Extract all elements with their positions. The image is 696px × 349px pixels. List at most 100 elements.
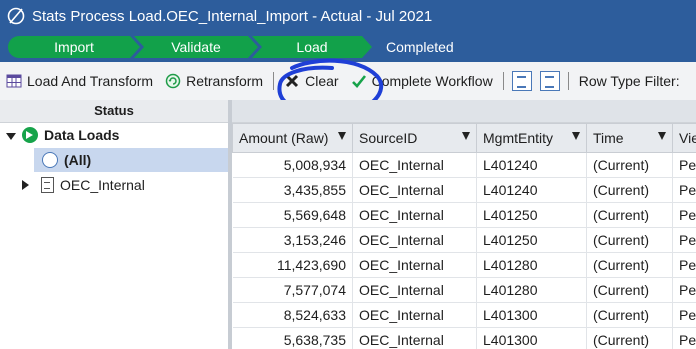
status-header: Status [0,100,228,123]
circle-icon [42,152,58,168]
filter-icon[interactable] [572,132,580,140]
column-header-sourceid[interactable]: SourceID [352,123,477,153]
cell-amount: 7,577,074 [232,277,353,303]
load-and-transform-label: Load And Transform [27,73,154,89]
expand-triangle-icon[interactable] [6,132,16,140]
toolbar-separator [273,72,275,90]
cell-sourceid: OEC_Internal [352,277,477,303]
cell-view: Perio [672,327,696,349]
cell-mgmtentity: L401280 [476,277,587,303]
table-row[interactable]: 5,569,648OEC_InternalL401250(Current)Per… [232,202,696,228]
retransform-button[interactable]: Retransform [159,67,269,95]
workflow-status: Completed [386,39,454,55]
complete-workflow-button[interactable]: Complete Workflow [345,67,499,95]
cell-view: Perio [672,227,696,253]
cell-sourceid: OEC_Internal [352,227,477,253]
toolbar: Load And Transform Retransform Clear Com… [0,62,696,101]
cell-amount: 3,153,246 [232,227,353,253]
cell-time: (Current) [586,202,673,228]
table-row[interactable]: 5,008,934OEC_InternalL401240(Current)Per… [232,152,696,178]
cell-time: (Current) [586,227,673,253]
cell-mgmtentity: L401300 [476,327,587,349]
row-type-filter[interactable]: Row Type Filter: [573,67,686,95]
cell-sourceid: OEC_Internal [352,202,477,228]
cell-mgmtentity: L401250 [476,227,587,253]
cell-sourceid: OEC_Internal [352,252,477,278]
cell-view: Perio [672,177,696,203]
export-icon[interactable] [539,71,560,91]
cell-sourceid: OEC_Internal [352,177,477,203]
cell-amount: 8,524,633 [232,302,353,328]
cell-time: (Current) [586,302,673,328]
cell-time: (Current) [586,152,673,178]
row-type-filter-label: Row Type Filter: [578,73,680,89]
column-header-time[interactable]: Time [586,123,673,153]
cell-view: Perio [672,252,696,278]
step-load[interactable]: Load [252,36,372,58]
cell-time: (Current) [586,277,673,303]
cell-time: (Current) [586,177,673,203]
cell-mgmtentity: L401300 [476,302,587,328]
cell-amount: 3,435,855 [232,177,353,203]
tree-item-data-loads[interactable]: Data Loads [6,123,119,147]
cell-sourceid: OEC_Internal [352,327,477,349]
column-header-mgmtentity[interactable]: MgmtEntity [476,123,587,153]
complete-workflow-label: Complete Workflow [371,73,493,89]
table-row[interactable]: 7,577,074OEC_InternalL401280(Current)Per… [232,277,696,303]
cell-mgmtentity: L401280 [476,252,587,278]
window-header: Stats Process Load.OEC_Internal_Import -… [0,0,696,62]
clear-button[interactable]: Clear [278,67,344,95]
tree-item-label: (All) [64,152,92,168]
filter-icon[interactable] [658,132,666,140]
filter-icon[interactable] [462,132,470,140]
cell-mgmtentity: L401240 [476,152,587,178]
tree-item-oec-internal[interactable]: OEC_Internal [6,173,145,197]
cell-amount: 11,423,690 [232,252,353,278]
window-title-row: Stats Process Load.OEC_Internal_Import -… [6,4,432,28]
column-header-view[interactable]: View [672,123,696,153]
clear-label: Clear [305,73,339,89]
table-header-row: Amount (Raw) SourceID MgmtEntity Time Vi… [232,123,696,153]
cell-sourceid: OEC_Internal [352,302,477,328]
tree-item-all[interactable]: (All) [34,148,228,172]
tree-item-label: Data Loads [44,127,120,143]
cell-amount: 5,569,648 [232,202,353,228]
cell-view: Perio [672,302,696,328]
window-title: Stats Process Load.OEC_Internal_Import -… [32,7,433,25]
toolbar-separator [567,72,569,90]
cell-mgmtentity: L401250 [476,202,587,228]
green-go-icon [22,127,38,143]
collapse-triangle-icon[interactable] [22,180,29,190]
filter-icon[interactable] [338,132,346,140]
app-logo-icon [6,6,26,26]
document-icon [41,177,54,193]
cell-sourceid: OEC_Internal [352,152,477,178]
table-row[interactable]: 5,638,735OEC_InternalL401300(Current)Per… [232,327,696,349]
grid-group-bar [232,100,696,123]
workflow-steps: Import Validate Load Completed [8,36,454,58]
step-validate[interactable]: Validate [134,36,258,58]
data-table: Amount (Raw) SourceID MgmtEntity Time Vi… [232,123,696,349]
table-row[interactable]: 11,423,690 OEC_Internal L401280 (Current) Pe… [232,252,696,278]
toolbar-separator [502,72,504,90]
step-import[interactable]: Import [8,36,140,58]
cell-amount: 5,008,934 [232,152,353,178]
grid-icon [6,73,22,89]
clear-x-icon [284,73,300,89]
load-and-transform-button[interactable]: Load And Transform [0,67,159,95]
status-tree: Data Loads (All) OEC_Internal [0,123,228,349]
retransform-label: Retransform [186,73,264,89]
checkmark-icon [351,73,367,89]
column-header-amount[interactable]: Amount (Raw) [232,123,353,153]
cell-view: Perio [672,152,696,178]
document-icon[interactable] [511,71,532,91]
retransform-icon [165,73,181,89]
cell-time: (Current) [586,327,673,349]
tree-item-label: OEC_Internal [60,177,145,193]
table-row[interactable]: 3,153,246OEC_InternalL401250(Current)Per… [232,227,696,253]
cell-time: (Current) [586,252,673,278]
table-row[interactable]: 8,524,633OEC_InternalL401300(Current)Per… [232,302,696,328]
data-grid: Amount (Raw) SourceID MgmtEntity Time Vi… [232,123,696,349]
cell-view: Perio [672,202,696,228]
table-row[interactable]: 3,435,855OEC_InternalL401240(Current)Per… [232,177,696,203]
